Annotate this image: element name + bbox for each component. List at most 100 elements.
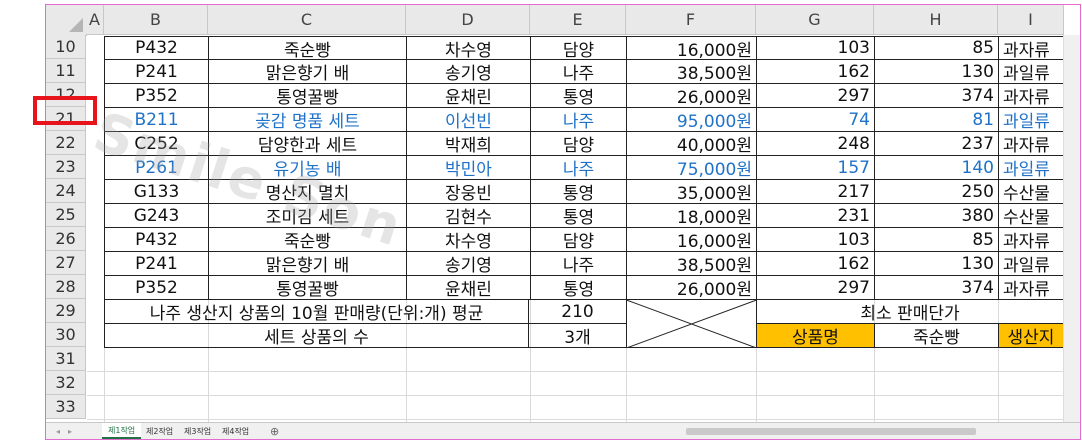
cell-d12[interactable]: 윤채린 (406, 84, 530, 108)
cell-i25[interactable]: 수산물 (998, 204, 1064, 228)
cell-c28[interactable]: 통영꿀빵 (208, 276, 406, 300)
set-count-value-cell[interactable]: 3개 (528, 324, 626, 348)
product-name-label-cell[interactable]: 상품명 (756, 324, 874, 348)
crossed-cell[interactable] (626, 300, 756, 348)
cell-d27[interactable]: 송기영 (406, 252, 530, 276)
row-header-10[interactable]: 10 (46, 35, 86, 59)
cell-b28[interactable]: P352 (104, 276, 208, 300)
row-header-11[interactable]: 11 (46, 59, 86, 83)
sheet-tab-2[interactable]: 제2작업 (140, 423, 179, 439)
col-header-g[interactable]: G (756, 5, 874, 35)
cell-i11[interactable]: 과일류 (998, 60, 1064, 84)
cell-c10[interactable]: 죽순빵 (208, 36, 406, 60)
cell-d10[interactable]: 차수영 (406, 36, 530, 60)
cell-g27[interactable]: 162 (756, 252, 874, 276)
cell-h21[interactable]: 81 (874, 108, 998, 132)
min-price-label-cell[interactable]: 최소 판매단가 (756, 300, 1064, 324)
cell-g22[interactable]: 248 (756, 132, 874, 156)
cell-g28[interactable]: 297 (756, 276, 874, 300)
cell-f28[interactable]: 26,000원 (626, 276, 756, 300)
cell-h23[interactable]: 140 (874, 156, 998, 180)
cell-d11[interactable]: 송기영 (406, 60, 530, 84)
cell-g21[interactable]: 74 (756, 108, 874, 132)
row-header-22[interactable]: 22 (46, 131, 86, 155)
row-header-24[interactable]: 24 (46, 179, 86, 203)
vertical-scrollbar[interactable] (1063, 35, 1080, 422)
cell-f25[interactable]: 18,000원 (626, 204, 756, 228)
col-header-b[interactable]: B (104, 5, 208, 35)
col-header-f[interactable]: F (626, 5, 756, 35)
product-name-value-cell[interactable]: 죽순빵 (874, 324, 998, 348)
cell-e27[interactable]: 나주 (530, 252, 626, 276)
cell-e28[interactable]: 통영 (530, 276, 626, 300)
row-header-29[interactable]: 29 (46, 299, 86, 323)
cell-i21[interactable]: 과일류 (998, 108, 1064, 132)
row-header-31[interactable]: 31 (46, 347, 86, 371)
cell-f11[interactable]: 38,500원 (626, 60, 756, 84)
row-header-23[interactable]: 23 (46, 155, 86, 179)
cell-h26[interactable]: 85 (874, 228, 998, 252)
row-header-28[interactable]: 28 (46, 275, 86, 299)
cell-c11[interactable]: 맑은향기 배 (208, 60, 406, 84)
cell-i24[interactable]: 수산물 (998, 180, 1064, 204)
cell-f22[interactable]: 40,000원 (626, 132, 756, 156)
cell-e26[interactable]: 담양 (530, 228, 626, 252)
cell-f23[interactable]: 75,000원 (626, 156, 756, 180)
cell-b10[interactable]: P432 (104, 36, 208, 60)
row-header-30[interactable]: 30 (46, 323, 86, 347)
horizontal-scrollbar[interactable] (676, 423, 1064, 439)
sheet-tab-1[interactable]: 제1작업 (102, 423, 142, 439)
cell-f10[interactable]: 16,000원 (626, 36, 756, 60)
cell-h10[interactable]: 85 (874, 36, 998, 60)
cell-i10[interactable]: 과자류 (998, 36, 1064, 60)
cell-d22[interactable]: 박재희 (406, 132, 530, 156)
plus-circle-icon[interactable]: ⊕ (264, 423, 285, 439)
cell-g11[interactable]: 162 (756, 60, 874, 84)
cell-e24[interactable]: 통영 (530, 180, 626, 204)
avg-value-cell[interactable]: 210 (528, 300, 626, 324)
cell-g12[interactable]: 297 (756, 84, 874, 108)
avg-label-cell[interactable]: 나주 생산지 상품의 10월 판매량(단위:개) 평균 (104, 300, 528, 324)
cell-c21[interactable]: 곶감 명품 세트 (208, 108, 406, 132)
cell-h11[interactable]: 130 (874, 60, 998, 84)
cell-h12[interactable]: 374 (874, 84, 998, 108)
cell-g26[interactable]: 103 (756, 228, 874, 252)
sheet-tab-4[interactable]: 제4작업 (216, 423, 255, 439)
cell-b27[interactable]: P241 (104, 252, 208, 276)
cell-h24[interactable]: 250 (874, 180, 998, 204)
cell-h25[interactable]: 380 (874, 204, 998, 228)
cell-d23[interactable]: 박민아 (406, 156, 530, 180)
cell-i12[interactable]: 과자류 (998, 84, 1064, 108)
cell-e12[interactable]: 통영 (530, 84, 626, 108)
cell-e25[interactable]: 통영 (530, 204, 626, 228)
cell-g24[interactable]: 217 (756, 180, 874, 204)
sheet-tab-3[interactable]: 제3작업 (178, 423, 217, 439)
row-header-25[interactable]: 25 (46, 203, 86, 227)
cell-f12[interactable]: 26,000원 (626, 84, 756, 108)
cell-c27[interactable]: 맑은향기 배 (208, 252, 406, 276)
cell-d25[interactable]: 김현수 (406, 204, 530, 228)
scroll-tabs-right-icon[interactable]: ▸ (62, 423, 78, 439)
cell-e23[interactable]: 나주 (530, 156, 626, 180)
cell-i22[interactable]: 과자류 (998, 132, 1064, 156)
col-header-i[interactable]: I (998, 5, 1064, 35)
cell-f26[interactable]: 16,000원 (626, 228, 756, 252)
cell-i27[interactable]: 과일류 (998, 252, 1064, 276)
cell-d26[interactable]: 차수영 (406, 228, 530, 252)
cell-e21[interactable]: 나주 (530, 108, 626, 132)
row-header-26[interactable]: 26 (46, 227, 86, 251)
row-header-32[interactable]: 32 (46, 371, 86, 395)
cell-c12[interactable]: 통영꿀빵 (208, 84, 406, 108)
cell-f21[interactable]: 95,000원 (626, 108, 756, 132)
col-header-a[interactable]: A (86, 5, 104, 35)
col-header-h[interactable]: H (874, 5, 998, 35)
cell-b26[interactable]: P432 (104, 228, 208, 252)
select-all-corner[interactable] (46, 5, 87, 36)
col-header-d[interactable]: D (406, 5, 530, 35)
cell-e10[interactable]: 담양 (530, 36, 626, 60)
set-count-label-cell[interactable]: 세트 상품의 수 (104, 324, 528, 348)
cell-e22[interactable]: 담양 (530, 132, 626, 156)
row-header-27[interactable]: 27 (46, 251, 86, 275)
cell-b25[interactable]: G243 (104, 204, 208, 228)
cell-g10[interactable]: 103 (756, 36, 874, 60)
